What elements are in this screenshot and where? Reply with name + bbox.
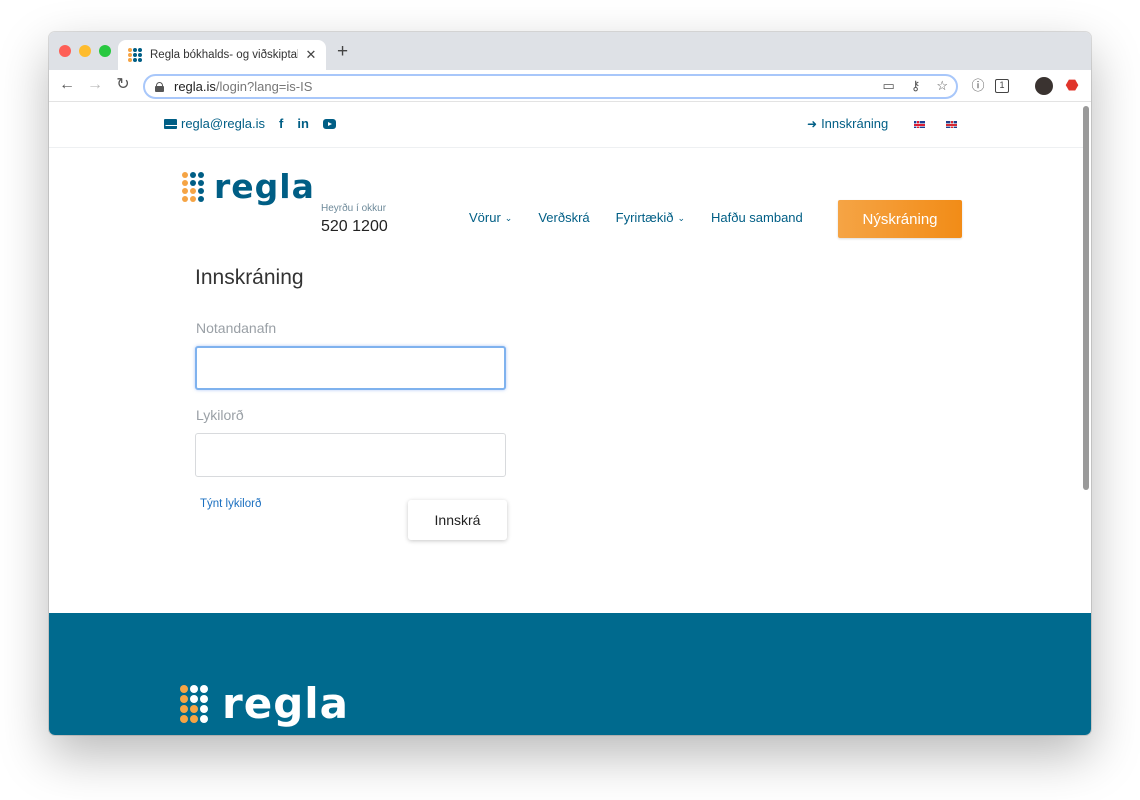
email-link[interactable]: regla@regla.is (164, 116, 265, 131)
key-icon[interactable]: ⚷ (911, 78, 921, 94)
info-icon[interactable]: ⓘ (969, 77, 987, 95)
contact-links: regla@regla.is f in (164, 116, 336, 131)
browser-tab[interactable]: Regla bókhalds- og viðskiptaku ✕ (118, 40, 326, 70)
tab-title: Regla bókhalds- og viðskiptaku (150, 49, 298, 61)
minimize-window-button[interactable] (79, 45, 91, 57)
nav-item-company[interactable]: Fyrirtækið ⌄ (616, 210, 685, 225)
youtube-icon[interactable] (322, 118, 336, 129)
signup-button[interactable]: Nýskráning (838, 200, 962, 238)
footer: regla (49, 613, 1091, 735)
window-controls (59, 45, 111, 57)
close-window-button[interactable] (59, 45, 71, 57)
logo-text: regla (214, 167, 315, 206)
new-tab-icon[interactable]: + (337, 42, 348, 61)
facebook-icon[interactable]: f (279, 116, 283, 131)
header-logo[interactable]: regla (182, 170, 315, 204)
star-icon[interactable]: ☆ (936, 78, 948, 94)
url-text: regla.is/login?lang=is-IS (174, 79, 313, 94)
page-content: regla@regla.is f in ➜ Innskráning regla (49, 102, 1091, 735)
browser-toolbar: ← → ↻ regla.is/login?lang=is-IS ▭ ⚷ ☆ ⓘ … (49, 70, 1091, 102)
password-label: Lykilorð (196, 407, 244, 423)
browser-window: Regla bókhalds- og viðskiptaku ✕ + ← → ↻… (49, 32, 1091, 735)
reload-icon[interactable]: ↻ (113, 76, 133, 94)
lock-icon (155, 81, 164, 92)
uk-flag-icon[interactable] (946, 121, 957, 128)
adblock-icon[interactable]: ⬣ (1063, 77, 1081, 95)
omnibox-actions: ▭ ⚷ ☆ (883, 78, 948, 94)
phone-block: Heyrðu í okkur 520 1200 (321, 203, 388, 236)
username-input[interactable] (195, 346, 506, 390)
extension-icon[interactable]: 1 (995, 79, 1009, 93)
main-nav: Vörur ⌄ Verðskrá Fyrirtækið ⌄ Hafðu samban… (469, 210, 829, 225)
profile-avatar[interactable] (1035, 77, 1053, 95)
phone-number[interactable]: 520 1200 (321, 218, 388, 236)
login-submit-button[interactable]: Innskrá (408, 500, 507, 540)
sign-in-icon: ➜ (807, 116, 818, 131)
username-label: Notandanafn (196, 320, 277, 336)
nav-item-pricing[interactable]: Verðskrá (538, 210, 589, 225)
linkedin-icon[interactable]: in (297, 116, 309, 131)
regla-favicon-icon (128, 48, 142, 62)
page-title: Innskráning (195, 266, 304, 289)
cast-icon[interactable]: ▭ (883, 78, 895, 94)
logo-dots-icon (182, 172, 204, 202)
iceland-flag-icon[interactable] (914, 121, 925, 128)
phone-label: Heyrðu í okkur (321, 203, 387, 214)
address-bar[interactable]: regla.is/login?lang=is-IS ▭ ⚷ ☆ (143, 74, 958, 99)
chevron-down-icon: ⌄ (504, 213, 513, 223)
close-tab-icon[interactable]: ✕ (304, 47, 318, 63)
forward-arrow-icon[interactable]: → (85, 76, 105, 94)
envelope-icon (164, 119, 178, 129)
footer-logo[interactable]: regla (180, 682, 349, 726)
nav-item-contact[interactable]: Hafðu samband (711, 210, 803, 225)
back-arrow-icon[interactable]: ← (57, 76, 77, 94)
maximize-window-button[interactable] (99, 45, 111, 57)
top-login-link[interactable]: ➜ Innskráning (807, 116, 888, 131)
footer-logo-text: regla (222, 679, 350, 728)
forgot-password-link[interactable]: Týnt lykilorð (200, 498, 261, 510)
nav-item-products[interactable]: Vörur ⌄ (469, 210, 512, 225)
chevron-down-icon: ⌄ (677, 213, 685, 223)
password-input[interactable] (195, 433, 506, 477)
top-contact-bar: regla@regla.is f in ➜ Innskráning (49, 102, 1083, 148)
footer-logo-dots-icon (180, 685, 208, 723)
page-scrollbar[interactable] (1083, 106, 1089, 490)
tab-strip: Regla bókhalds- og viðskiptaku ✕ + (49, 32, 1091, 70)
